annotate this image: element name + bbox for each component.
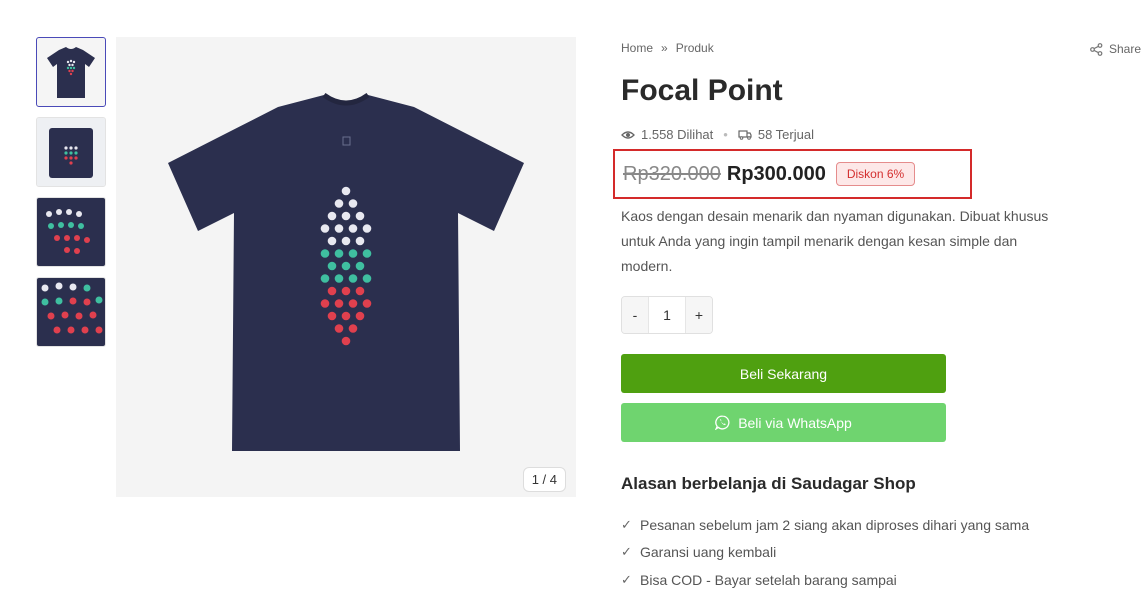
quantity-increase-button[interactable]: +: [686, 297, 712, 333]
whatsapp-icon: [715, 415, 730, 430]
breadcrumb: Home » Produk: [621, 41, 714, 55]
shirt-folded-image: [37, 118, 105, 186]
reason-item: ✓ Pesanan sebelum jam 2 siang akan dipro…: [621, 511, 1029, 539]
reason-item: ✓ Garansi uang kembali: [621, 539, 1029, 567]
reasons-list: ✓ Pesanan sebelum jam 2 siang akan dipro…: [621, 511, 1029, 594]
print-detail-image: [37, 198, 105, 266]
breadcrumb-home[interactable]: Home: [621, 41, 653, 55]
views-count: 1.558 Dilihat: [641, 127, 714, 142]
check-icon: ✓: [621, 571, 632, 587]
stats-separator: •: [723, 127, 728, 142]
sold-count: 58 Terjual: [757, 127, 814, 142]
buy-now-button[interactable]: Beli Sekarang: [621, 354, 946, 393]
eye-icon: [621, 130, 635, 139]
breadcrumb-produk[interactable]: Produk: [676, 41, 714, 55]
reason-text: Pesanan sebelum jam 2 siang akan diprose…: [640, 516, 1030, 533]
main-product-image[interactable]: 1 / 4: [116, 37, 576, 497]
thumbnail-print-detail[interactable]: [36, 197, 106, 267]
thumbnail-shirt-folded[interactable]: [36, 117, 106, 187]
price-highlight-box: Rp320.000 Rp300.000 Diskon 6%: [613, 149, 972, 199]
print-closeup-image: [37, 278, 105, 346]
product-title: Focal Point: [621, 74, 783, 107]
tshirt-image: [168, 92, 524, 451]
breadcrumb-separator: »: [661, 41, 668, 55]
product-description: Kaos dengan desain menarik dan nyaman di…: [621, 208, 1049, 274]
check-icon: ✓: [621, 544, 632, 560]
reason-item: ✓ Bisa COD - Bayar setelah barang sampai: [621, 566, 1029, 594]
thumbnail-shirt-front[interactable]: [36, 37, 106, 107]
share-button[interactable]: Share: [1090, 42, 1141, 56]
image-counter: 1 / 4: [522, 467, 566, 492]
old-price: Rp320.000: [623, 162, 721, 185]
truck-icon: [738, 130, 752, 140]
check-icon: ✓: [621, 516, 632, 532]
quantity-input[interactable]: [648, 297, 686, 333]
thumbnail-list: [36, 37, 106, 357]
quantity-decrease-button[interactable]: -: [622, 297, 648, 333]
current-price: Rp300.000: [726, 162, 826, 185]
share-label: Share: [1109, 42, 1142, 56]
product-stats: 1.558 Dilihat • 58 Terjual: [621, 127, 814, 142]
thumbnail-print-closeup[interactable]: [36, 277, 106, 347]
reason-text: Bisa COD - Bayar setelah barang sampai: [640, 571, 897, 588]
buy-whatsapp-label: Beli via WhatsApp: [738, 414, 852, 431]
quantity-stepper: - +: [621, 296, 713, 334]
discount-badge: Diskon 6%: [835, 162, 916, 186]
reasons-heading: Alasan berbelanja di Saudagar Shop: [621, 474, 916, 493]
buy-whatsapp-button[interactable]: Beli via WhatsApp: [621, 403, 946, 442]
shirt-front-image: [47, 47, 95, 98]
share-icon: [1090, 42, 1103, 56]
reason-text: Garansi uang kembali: [640, 544, 777, 561]
